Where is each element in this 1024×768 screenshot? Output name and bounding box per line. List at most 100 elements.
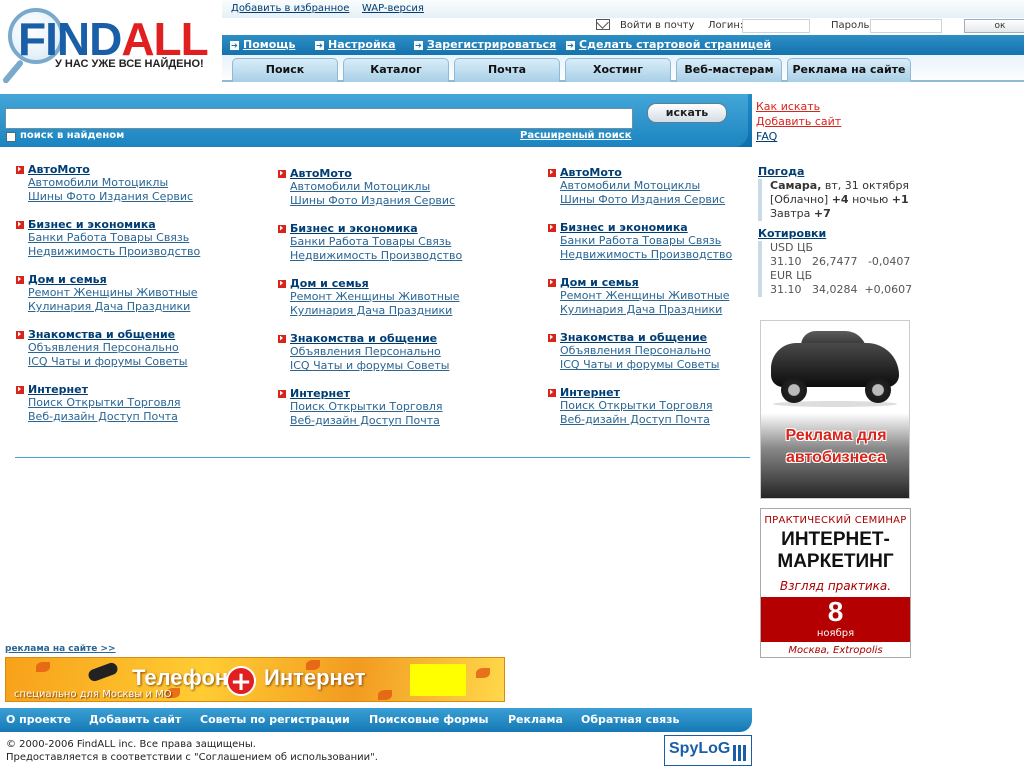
tab-advertising[interactable]: Реклама на сайте <box>787 58 911 82</box>
category-subcategories-link[interactable]: Объявления Персонально <box>28 341 266 355</box>
category-subcategories-link[interactable]: Банки Работа Товары Связь <box>28 231 266 245</box>
tab-webmasters[interactable]: Веб-мастерам <box>676 58 782 82</box>
car-ad-banner[interactable]: Реклама для автобизнеса <box>760 320 910 499</box>
settings-link[interactable]: ➔ Настройка <box>315 38 396 51</box>
counter-bars-icon <box>733 745 747 761</box>
category-subcategories-link[interactable]: Объявления Персонально <box>290 345 528 359</box>
seminar-ad-banner[interactable]: ПРАКТИЧЕСКИЙ СЕМИНАР ИНТЕРНЕТ- МАРКЕТИНГ … <box>760 508 911 658</box>
help-link[interactable]: ➔ Помощь <box>230 38 295 51</box>
category-subcategories-link[interactable]: Недвижимость Производство <box>290 249 528 263</box>
category-title-link[interactable]: Знакомства и общение <box>290 332 437 345</box>
arrow-bullet-icon <box>548 333 556 342</box>
catalog-column: АвтоМото Автомобили Мотоциклы Шины Фото Из… <box>16 163 266 438</box>
advanced-search-link[interactable]: Расширеный поиск <box>520 130 632 141</box>
category-title-link[interactable]: Дом и семья <box>560 276 639 289</box>
category-subcategories-link[interactable]: Поиск Открытки Торговля <box>290 400 528 414</box>
category-subcategories-link[interactable]: Автомобили Мотоциклы <box>290 180 528 194</box>
add-favorites-link[interactable]: Добавить в избранное <box>231 3 349 14</box>
category-title-link[interactable]: Интернет <box>28 383 88 396</box>
category-subcategories-link[interactable]: Ремонт Женщины Животные <box>28 286 266 300</box>
how-to-search-link[interactable]: Как искать <box>756 99 841 114</box>
category-subcategories-link[interactable]: Ремонт Женщины Животные <box>290 290 528 304</box>
catalog-category: Бизнес и экономика Банки Работа Товары Св… <box>278 222 528 263</box>
category-subcategories-link[interactable]: Банки Работа Товары Связь <box>290 235 528 249</box>
category-subcategories-link[interactable]: ICQ Чаты и форумы Советы <box>290 359 528 373</box>
category-head: Интернет <box>278 387 528 400</box>
category-title-link[interactable]: АвтоМото <box>560 166 622 179</box>
weather-temp-tomorrow: +7 <box>813 207 831 220</box>
tab-search[interactable]: Поиск <box>232 58 338 82</box>
category-title-link[interactable]: Бизнес и экономика <box>290 222 418 235</box>
tab-mail[interactable]: Почта <box>454 58 560 82</box>
catalog-category: Дом и семья Ремонт Женщины Животные Кулина… <box>16 273 266 314</box>
seminar-type: ПРАКТИЧЕСКИЙ СЕМИНАР <box>764 515 907 526</box>
rates-heading[interactable]: Котировки <box>758 227 928 241</box>
category-head: Знакомства и общение <box>16 328 266 341</box>
catalog-category: Бизнес и экономика Банки Работа Товары Св… <box>16 218 266 259</box>
advertise-link[interactable]: реклама на сайте >> <box>5 644 116 654</box>
footer-about-link[interactable]: О проекте <box>6 713 71 726</box>
footer-search-forms-link[interactable]: Поисковые формы <box>369 713 489 726</box>
search-in-results-checkbox[interactable] <box>6 132 16 142</box>
category-head: АвтоМото <box>16 163 266 176</box>
password-label: Пароль: <box>831 20 873 31</box>
spylog-logo-text: SpyLoG <box>669 740 731 757</box>
category-title-link[interactable]: Дом и семья <box>28 273 107 286</box>
category-title-link[interactable]: Знакомства и общение <box>560 331 707 344</box>
weather-temp-night: +1 <box>891 193 909 206</box>
category-head: Дом и семья <box>16 273 266 286</box>
password-input[interactable] <box>870 19 942 33</box>
tab-catalog[interactable]: Каталог <box>343 58 449 82</box>
logo[interactable]: FINDALL У НАС УЖЕ ВСЕ НАЙДЕНО! <box>0 0 222 92</box>
footer-feedback-link[interactable]: Обратная связь <box>581 713 680 726</box>
category-subcategories-link[interactable]: Недвижимость Производство <box>28 245 266 259</box>
footer-add-site-link[interactable]: Добавить сайт <box>89 713 181 726</box>
register-link[interactable]: ➔ Зарегистрироваться <box>414 38 556 51</box>
footer-advertising-link[interactable]: Реклама <box>508 713 563 726</box>
category-title-link[interactable]: Бизнес и экономика <box>560 221 688 234</box>
category-subcategories-link[interactable]: Поиск Открытки Торговля <box>28 396 266 410</box>
leaf-decoration <box>476 668 490 678</box>
category-title-link[interactable]: Интернет <box>290 387 350 400</box>
category-subcategories-link[interactable]: Веб-дизайн Доступ Почта <box>28 410 266 424</box>
arrow-bullet-icon <box>16 165 24 174</box>
search-button[interactable]: искать <box>647 103 727 123</box>
category-subcategories-link[interactable]: Кулинария Дача Праздники <box>560 303 798 317</box>
catalog-category: Знакомства и общение Объявления Персональ… <box>16 328 266 369</box>
arrow-bullet-icon <box>16 220 24 229</box>
start-page-link[interactable]: ➔ Сделать стартовой страницей <box>566 38 771 51</box>
login-ok-button[interactable]: ок <box>964 19 1024 33</box>
search-band: искать поиск в найденом Расширеный поиск <box>0 94 752 147</box>
copyright-line: © 2000-2006 FindALL inc. Все права защищ… <box>6 739 256 750</box>
arrow-bullet-icon <box>16 275 24 284</box>
seminar-month: ноября <box>816 628 855 639</box>
category-title-link[interactable]: АвтоМото <box>28 163 90 176</box>
search-input[interactable] <box>5 108 633 129</box>
category-subcategories-link[interactable]: Шины Фото Издания Сервис <box>28 190 266 204</box>
category-title-link[interactable]: Дом и семья <box>290 277 369 290</box>
category-title-link[interactable]: Бизнес и экономика <box>28 218 156 231</box>
category-subcategories-link[interactable]: Кулинария Дача Праздники <box>290 304 528 318</box>
catalog-category: Дом и семья Ремонт Женщины Животные Кулина… <box>278 277 528 318</box>
weather-night-label: ночью <box>852 193 889 206</box>
weather-heading[interactable]: Погода <box>758 165 928 179</box>
category-title-link[interactable]: Знакомства и общение <box>28 328 175 341</box>
faq-link[interactable]: FAQ <box>756 129 841 144</box>
arrow-bullet-icon <box>278 389 286 398</box>
footer-registration-tips-link[interactable]: Советы по регистрации <box>200 713 350 726</box>
spylog-counter[interactable]: SpyLoG <box>664 735 752 766</box>
add-site-link[interactable]: Добавить сайт <box>756 114 841 129</box>
wap-version-link[interactable]: WAP-версия <box>362 3 424 14</box>
category-subcategories-link[interactable]: ICQ Чаты и форумы Советы <box>28 355 266 369</box>
category-title-link[interactable]: Интернет <box>560 386 620 399</box>
category-subcategories-link[interactable]: Кулинария Дача Праздники <box>28 300 266 314</box>
category-subcategories-link[interactable]: Веб-дизайн Доступ Почта <box>290 414 528 428</box>
phone-internet-banner[interactable]: Телефон + Интернет специально для Москвы… <box>5 657 505 702</box>
category-subcategories-link[interactable]: Автомобили Мотоциклы <box>28 176 266 190</box>
search-in-results-label: поиск в найденом <box>20 130 125 141</box>
tab-hosting[interactable]: Хостинг <box>565 58 671 82</box>
login-input[interactable] <box>742 19 810 33</box>
category-subcategories-link[interactable]: Шины Фото Издания Сервис <box>290 194 528 208</box>
weather-today-row: [Облачно] +4 ночью +1 <box>770 193 928 207</box>
category-title-link[interactable]: АвтоМото <box>290 167 352 180</box>
